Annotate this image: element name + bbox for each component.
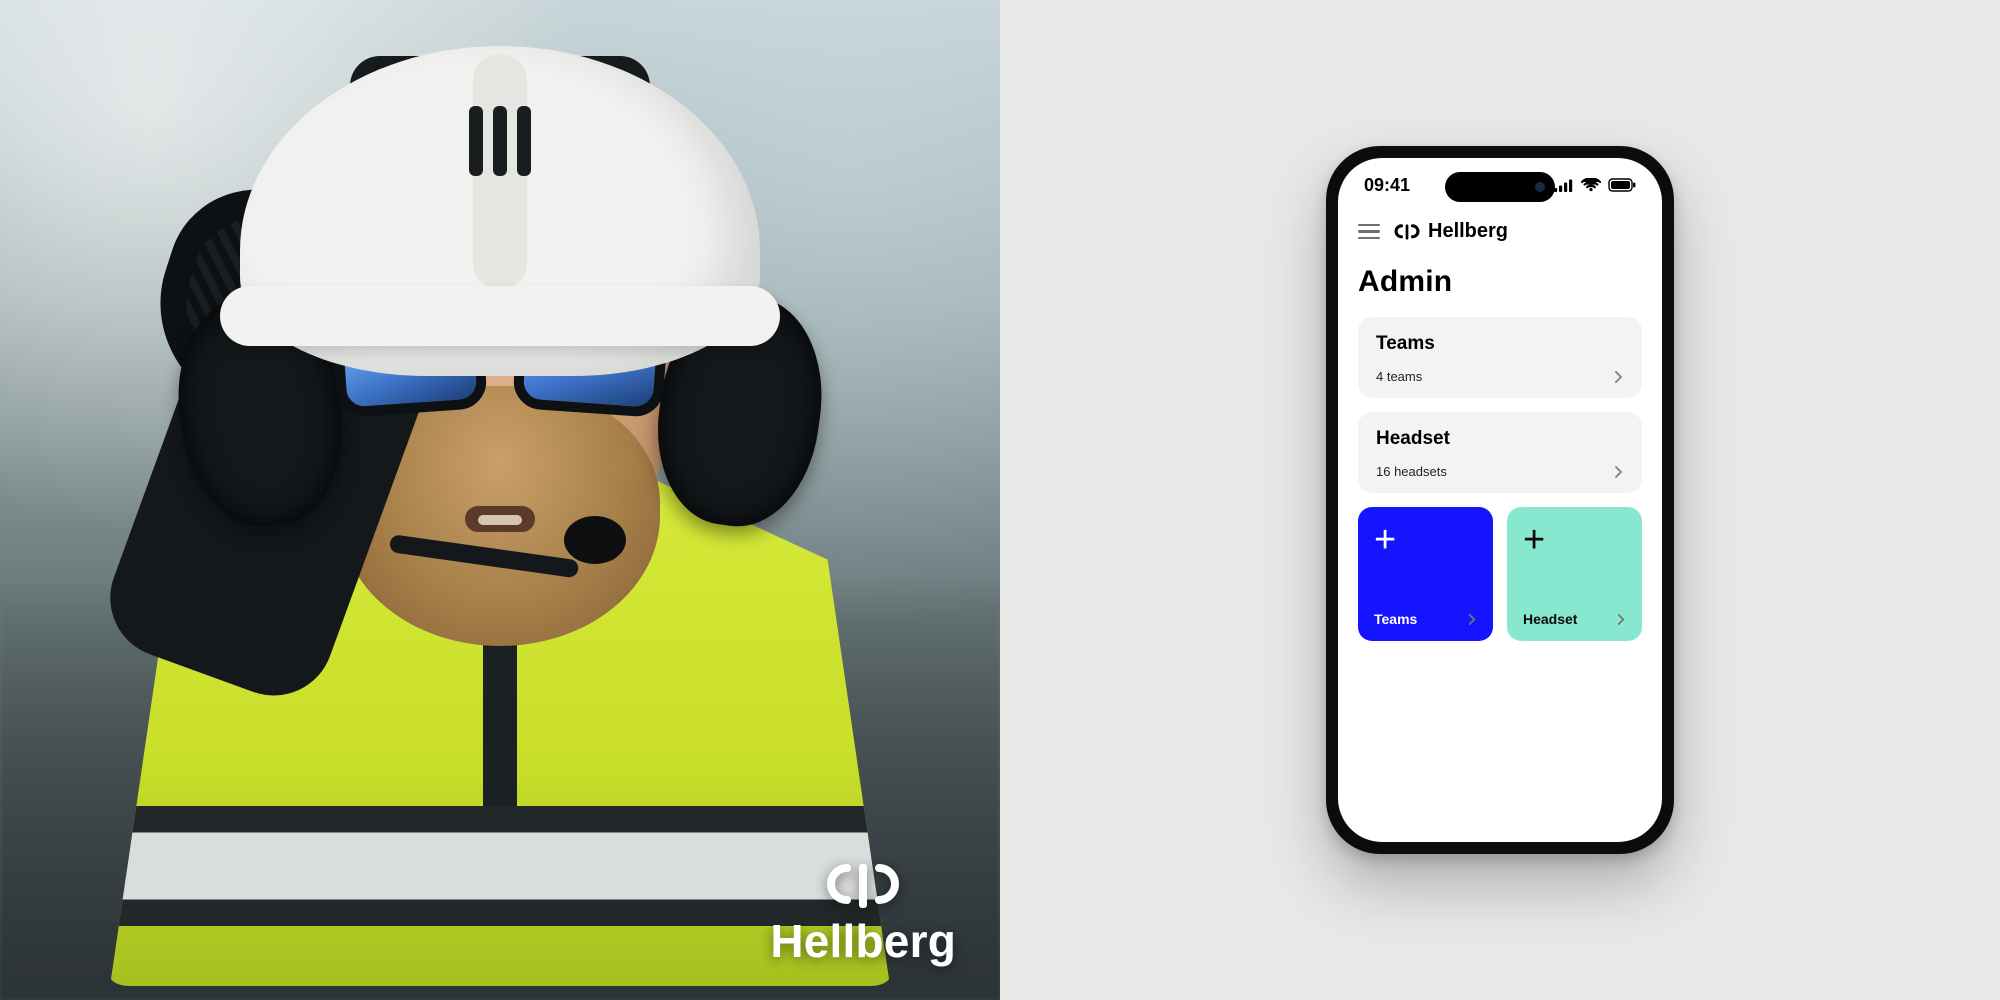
chevron-right-icon <box>1614 465 1624 479</box>
wifi-icon <box>1581 178 1601 192</box>
app-header: Hellberg <box>1358 212 1642 257</box>
brand-overlay: Hellberg <box>770 862 956 968</box>
card-headset-title: Headset <box>1376 428 1624 450</box>
mic-boom <box>390 516 620 576</box>
card-teams-subtitle: 4 teams <box>1376 369 1422 384</box>
hellberg-logo-icon <box>1394 223 1420 241</box>
helmet-vents <box>469 106 531 176</box>
menu-button[interactable] <box>1358 224 1380 240</box>
chevron-right-icon <box>1617 613 1626 626</box>
hellberg-logo-icon <box>825 862 901 910</box>
cellular-signal-icon <box>1554 179 1574 192</box>
helmet-brim <box>220 286 780 346</box>
card-headset-subtitle: 16 headsets <box>1376 464 1447 479</box>
chevron-right-icon <box>1468 613 1477 626</box>
status-time: 09:41 <box>1364 175 1410 196</box>
app-root: Hellberg Admin Teams 4 teams Headset <box>1338 212 1662 842</box>
chevron-right-icon <box>1614 370 1624 384</box>
brand-name: Hellberg <box>770 914 956 968</box>
phone-screen: 09:41 <box>1338 158 1662 842</box>
card-teams-row: 4 teams <box>1376 369 1624 384</box>
mic-arm <box>389 534 580 578</box>
add-headset-tile[interactable]: + Headset <box>1507 507 1642 641</box>
mic-tip <box>564 516 626 564</box>
worker-figure <box>90 86 910 986</box>
tile-headset-label: Headset <box>1523 611 1577 627</box>
action-tiles: + Teams + Headset <box>1358 507 1642 641</box>
page-title: Admin <box>1358 265 1642 299</box>
add-teams-tile[interactable]: + Teams <box>1358 507 1493 641</box>
dynamic-island <box>1445 172 1555 202</box>
card-teams-title: Teams <box>1376 333 1624 355</box>
card-headset[interactable]: Headset 16 headsets <box>1358 412 1642 493</box>
app-brand-text: Hellberg <box>1428 220 1508 243</box>
app-brand: Hellberg <box>1394 220 1508 243</box>
status-right <box>1554 178 1636 192</box>
plus-icon: + <box>1374 521 1477 559</box>
battery-icon <box>1608 178 1636 192</box>
card-teams[interactable]: Teams 4 teams <box>1358 317 1642 398</box>
tile-teams-label: Teams <box>1374 611 1417 627</box>
phone-frame: 09:41 <box>1326 146 1674 854</box>
phone-backdrop: 09:41 <box>1000 0 2000 1000</box>
card-headset-row: 16 headsets <box>1376 464 1624 479</box>
plus-icon: + <box>1523 521 1626 559</box>
marketing-photo: Hellberg <box>0 0 1000 1000</box>
